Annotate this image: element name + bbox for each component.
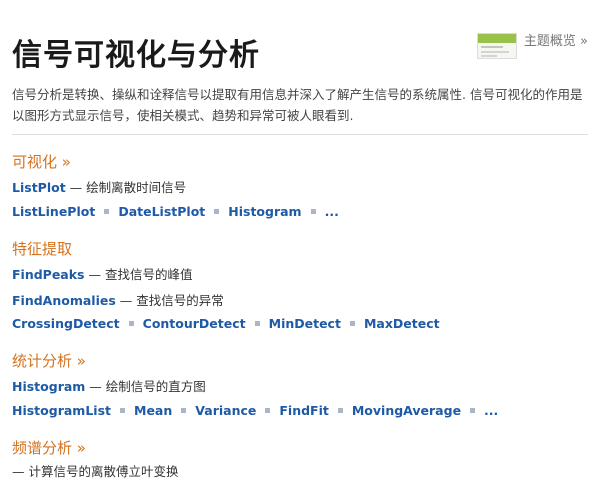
section-title-spectral-analysis[interactable]: 频谱分析 » [12,437,86,458]
function-description: — 绘制信号的直方图 [85,379,206,394]
list-item: — 计算信号的离散傅立叶变换 [12,461,178,480]
related-links: ListLinePlot DateListPlot Histogram ... [12,204,339,219]
function-link[interactable]: Variance [195,403,256,418]
function-link[interactable]: MaxDetect [364,316,440,331]
function-link[interactable]: CrossingDetect [12,316,120,331]
more-link[interactable]: ... [484,403,498,418]
function-link[interactable]: ContourDetect [143,316,246,331]
function-link[interactable]: ListLinePlot [12,204,95,219]
function-description: — 查找信号的峰值 [84,267,193,282]
more-link[interactable]: ... [325,204,339,219]
page-title: 信号可视化与分析 [12,38,260,73]
intro-paragraph: 信号分析是转换、操纵和诠释信号以提取有用信息并深入了解产生信号的系统属性. 信号… [12,87,583,123]
overview-thumbnail[interactable] [476,33,517,59]
function-link[interactable]: Histogram [12,379,85,394]
separator-square-icon [214,209,220,214]
separator-square-icon [349,321,355,326]
separator-square-icon [181,408,187,413]
function-description: — 查找信号的异常 [115,293,224,308]
list-item: Histogram — 绘制信号的直方图 [12,376,206,395]
thumbnail-banner [477,34,516,43]
separator-square-icon [265,408,271,413]
separator-square-icon [470,408,476,413]
separator-square-icon [128,321,134,326]
function-link[interactable]: Mean [134,403,172,418]
function-link[interactable]: FindPeaks [12,267,85,282]
separator-square-icon [120,408,125,413]
separator-square-icon [104,209,110,214]
separator-square-icon [254,321,260,326]
section-title-statistical-analysis[interactable]: 统计分析 » [12,350,86,371]
topic-overview[interactable]: 主题概览 » [476,30,588,59]
list-item: FindAnomalies — 查找信号的异常 [12,290,224,309]
divider [12,134,588,135]
list-item: ListPlot — 绘制离散时间信号 [12,177,186,196]
function-link[interactable]: ListPlot [12,180,66,195]
function-link[interactable]: MinDetect [269,316,341,331]
function-link[interactable]: Histogram [228,204,301,219]
function-description: — 计算信号的离散傅立叶变换 [12,464,179,479]
thumbnail-line [480,55,497,57]
thumbnail-line [480,46,503,48]
function-link[interactable]: MovingAverage [352,403,461,418]
topic-overview-link[interactable]: 主题概览 » [524,30,588,49]
thumbnail-line [480,51,509,53]
separator-square-icon [310,209,316,214]
list-item: FindPeaks — 查找信号的峰值 [12,264,192,283]
function-link[interactable]: FindFit [279,403,328,418]
function-link[interactable]: DateListPlot [118,204,205,219]
function-description: — 绘制离散时间信号 [65,180,187,195]
related-links: CrossingDetect ContourDetect MinDetect M… [12,316,440,331]
section-title-feature-extraction: 特征提取 [12,240,73,258]
section-title-visualization[interactable]: 可视化 » [12,151,71,172]
function-link[interactable]: FindAnomalies [12,293,116,308]
separator-square-icon [337,408,343,413]
function-link[interactable]: HistogramList [12,403,111,418]
related-links: HistogramList Mean Variance FindFit Movi… [12,403,498,418]
